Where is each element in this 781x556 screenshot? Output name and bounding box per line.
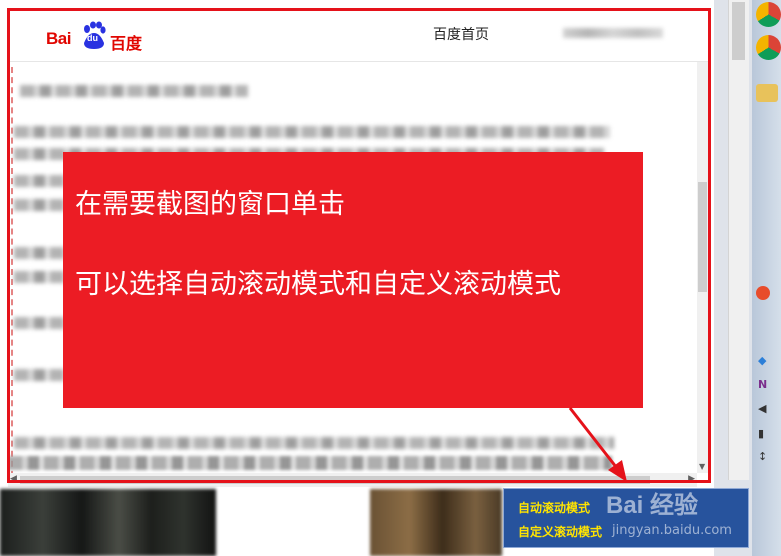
blurred-text-line xyxy=(14,369,64,381)
watermark-brand: Bai 经验 xyxy=(606,492,699,519)
outer-scrollbar[interactable] xyxy=(728,0,749,480)
volume-icon[interactable]: ◀ xyxy=(758,402,766,415)
logo-paw-text: du xyxy=(87,33,98,43)
onenote-icon[interactable]: N xyxy=(758,378,767,391)
scroll-left-arrow-icon[interactable]: ◀ xyxy=(10,474,17,484)
baidu-logo[interactable]: Bai du 百度 xyxy=(46,21,156,53)
thermometer-icon[interactable]: ↕ xyxy=(758,450,767,463)
blurred-text-line xyxy=(14,126,610,138)
instruction-line-2: 可以选择自动滚动模式和自定义滚动模式 xyxy=(75,269,561,300)
horizontal-scroll-thumb[interactable] xyxy=(20,476,650,484)
custom-scroll-option[interactable]: 自定义滚动模式 xyxy=(518,523,602,540)
vertical-scroll-thumb[interactable] xyxy=(698,182,707,292)
dashed-edge xyxy=(11,67,13,487)
blurred-text-line xyxy=(14,199,64,211)
scroll-right-arrow-icon[interactable]: ▶ xyxy=(688,474,695,484)
blurred-bottom-text xyxy=(8,456,612,470)
app-icon[interactable] xyxy=(756,286,770,300)
blurred-text-line xyxy=(14,247,64,259)
logo-chinese: 百度 xyxy=(110,34,143,53)
horizontal-scrollbar[interactable]: ◀ ▶ xyxy=(8,473,697,487)
blurred-text-line xyxy=(14,271,64,283)
blurred-text-line xyxy=(20,85,248,97)
instruction-line-1: 在需要截图的窗口单击 xyxy=(75,189,345,220)
clipboard-icon[interactable]: ▮ xyxy=(758,427,764,440)
baidu-home-link[interactable]: 百度首页 xyxy=(433,24,489,44)
auto-scroll-option[interactable]: 自动滚动模式 xyxy=(518,499,590,516)
security-icon[interactable]: ◆ xyxy=(758,354,766,367)
blurred-text-line xyxy=(14,175,64,187)
logo-latin: Bai xyxy=(46,29,71,48)
chrome-icon[interactable] xyxy=(756,2,781,27)
background-photo xyxy=(0,489,216,556)
instruction-overlay: 在需要截图的窗口单击 可以选择自动滚动模式和自定义滚动模式 xyxy=(63,152,643,408)
background-photo xyxy=(370,489,502,556)
outer-scroll-thumb[interactable] xyxy=(732,2,745,60)
scroll-down-arrow-icon[interactable]: ▼ xyxy=(699,462,705,471)
blurred-text-line xyxy=(14,437,614,449)
user-name-blurred[interactable] xyxy=(563,28,663,38)
blurred-text-line xyxy=(14,317,64,329)
vertical-scrollbar[interactable]: ▼ xyxy=(697,62,708,473)
chrome-icon[interactable] xyxy=(756,35,781,60)
baidu-header: Bai du 百度 百度首页 xyxy=(8,9,708,62)
folder-icon[interactable] xyxy=(756,84,778,102)
watermark-url: jingyan.baidu.com xyxy=(612,523,732,538)
